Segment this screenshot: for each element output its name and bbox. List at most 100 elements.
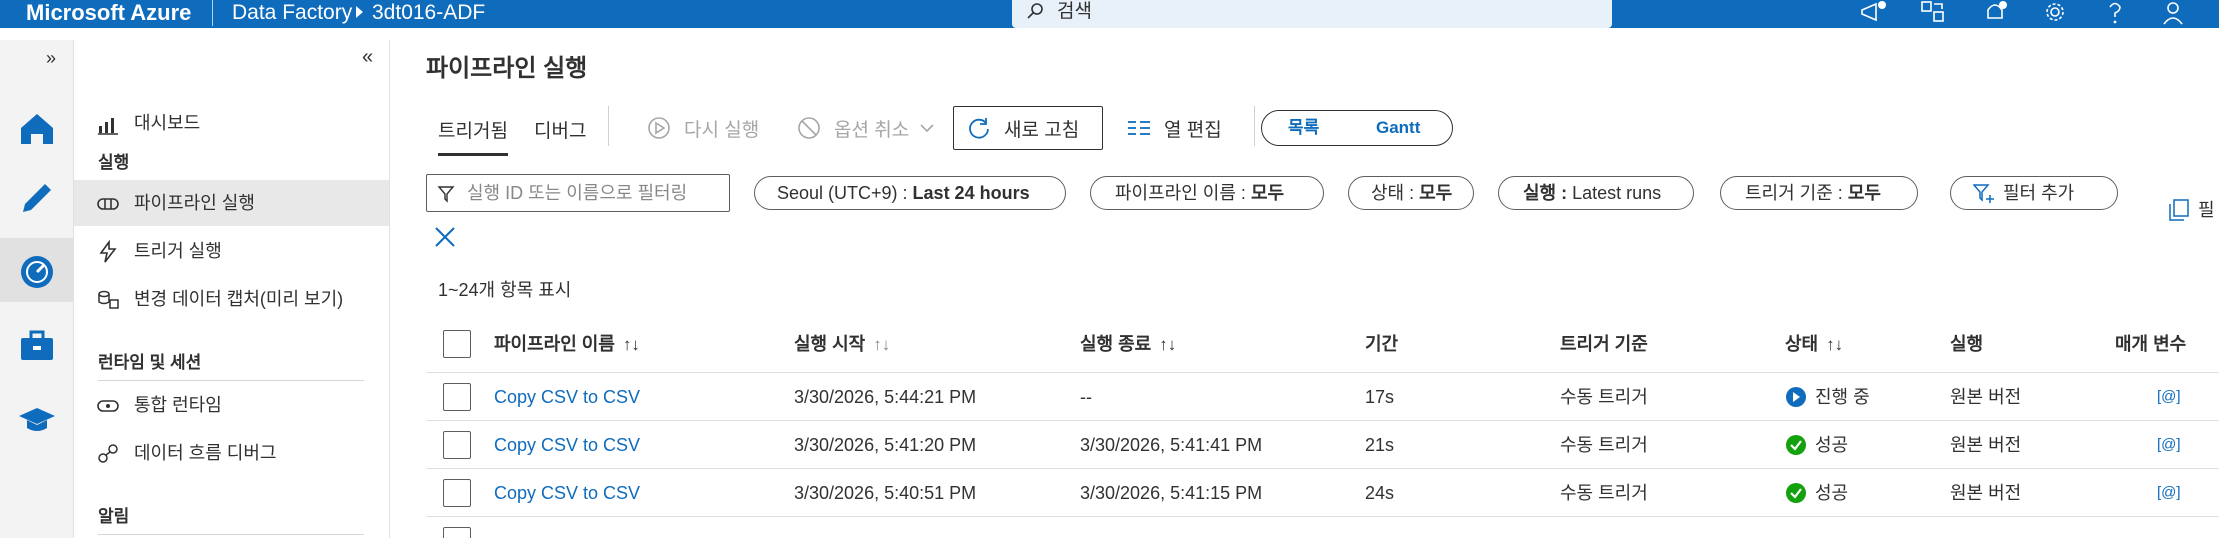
pipeline-name-link[interactable]: Copy CSV to CSV [494,385,640,409]
nav-item-trigger-runs[interactable]: 트리거 실행 [74,228,389,274]
megaphone-icon[interactable] [1858,0,1888,26]
rail-author[interactable] [0,164,74,228]
nav-item-dataflow-debug[interactable]: 데이터 흐름 디버그 [74,430,389,476]
nav-item-pipeline-runs[interactable]: 파이프라인 실행 [74,180,389,226]
row-checkbox[interactable] [443,527,471,538]
column-header-parameters[interactable]: 매개 변수 [2115,332,2186,356]
run-version: 원본 버전 [1950,435,2022,455]
breadcrumb-factory-name[interactable]: 3dt016-ADF [372,0,485,26]
brand-title[interactable]: Microsoft Azure [26,0,191,26]
nav-item-change-data-capture[interactable]: 변경 데이터 캡처(미리 보기) [74,276,389,322]
view-list-option[interactable]: 목록 [1288,111,1319,145]
rail-monitor[interactable] [0,238,74,302]
monitor-nav-panel: « 대시보드 실행 파이프라인 실행 트리거 실행 변경 데이터 캡처(미리 보… [74,40,390,538]
toolbar-divider [608,106,609,146]
columns-icon [1128,121,1150,135]
notifications-bell-icon[interactable] [1980,0,2010,26]
nav-section-runs: 실행 [98,153,130,172]
breadcrumb-data-factory[interactable]: Data Factory [232,0,352,26]
feedback-user-icon[interactable] [2160,0,2190,26]
tab-debug[interactable]: 디버그 [534,114,586,150]
run-filter-input[interactable]: 실행 ID 또는 이름으로 필터링 [426,174,730,212]
column-header-run[interactable]: 실행 [1950,332,1983,356]
filter-pill-status[interactable]: 상태 : 모두 [1348,176,1474,210]
view-gantt-option[interactable]: Gantt [1376,111,1420,145]
refresh-label: 새로 고침 [1004,119,1080,141]
select-all-checkbox[interactable] [443,330,471,358]
pipeline-name-link[interactable]: Copy CSV to CSV [494,481,640,505]
rerun-button[interactable]: 다시 실행 [646,106,759,150]
nav-divider [98,380,364,381]
search-icon [1027,3,1043,19]
nav-item-integration-runtime[interactable]: 통합 런타임 [74,382,389,428]
column-header-run-end[interactable]: 실행 종료 ↑↓ [1080,332,1176,357]
row-checkbox[interactable] [443,383,471,411]
rerun-icon [648,117,670,139]
run-start: 3/30/2026, 5:40:51 PM [794,483,977,503]
column-header-duration[interactable]: 기간 [1365,332,1398,356]
refresh-button[interactable]: 새로 고침 [953,106,1103,150]
triggered-by: 수동 트리거 [1560,435,1648,455]
expand-rail-icon[interactable]: » [46,48,56,69]
parameters-link[interactable]: [@] [2157,481,2181,505]
duration: 21s [1365,435,1395,455]
column-header-status[interactable]: 상태 ↑↓ [1785,332,1843,357]
collapse-nav-icon[interactable]: « [362,46,373,69]
column-header-pipeline-name[interactable]: 파이프라인 이름 ↑↓ [494,332,640,357]
nav-item-label: 데이터 흐름 디버그 [134,443,277,463]
toolbox-icon [21,330,53,360]
result-count: 1~24개 항목 표시 [438,280,572,300]
pipeline-name-link[interactable]: Copy CSV to CSV [494,433,640,457]
cancel-options-button[interactable]: 옵션 취소 [796,106,935,150]
edit-columns-button[interactable]: 열 편집 [1126,106,1222,150]
column-header-label: 실행 종료 [1080,334,1152,354]
filter-pill-timerange[interactable]: Seoul (UTC+9) : Last 24 hours [754,176,1066,210]
nav-section-alerts: 알림 [98,507,130,526]
row-checkbox[interactable] [443,479,471,507]
duration: 24s [1365,483,1395,503]
table-row[interactable]: Copy CSV to CSV 3/30/2026, 5:40:51 PM 3/… [426,468,2219,516]
clear-filters-icon[interactable] [434,226,456,248]
column-header-triggered-by[interactable]: 트리거 기준 [1560,332,1648,356]
toolbar-divider [1254,106,1255,146]
help-icon[interactable] [2100,0,2130,26]
pill-value: 모두 [1847,183,1881,203]
parameters-link[interactable]: [@] [2157,433,2181,457]
rail-home[interactable] [0,94,74,158]
rail-learning[interactable] [0,386,74,450]
parameters-link[interactable]: [@] [2157,385,2181,409]
filter-pill-pipeline-name[interactable]: 파이프라인 이름 : 모두 [1090,176,1324,210]
cut-off-label[interactable]: 필 [2198,196,2215,224]
table-row[interactable]: Copy CSV to CSV 3/30/2026, 5:41:20 PM 3/… [426,420,2219,468]
cdc-icon [98,290,119,309]
refresh-icon [969,118,989,139]
left-rail: » [0,40,74,538]
add-filter-button[interactable]: 필터 추가 [1950,176,2118,210]
success-check-icon [1786,435,1806,455]
directory-switch-icon[interactable] [1918,0,1948,26]
view-toggle[interactable]: 목록 Gantt [1261,110,1453,146]
nav-item-dashboard[interactable]: 대시보드 [74,100,389,146]
filter-placeholder: 실행 ID 또는 이름으로 필터링 [467,183,688,203]
rail-manage[interactable] [0,312,74,376]
cancel-circle-icon [798,117,820,139]
tab-triggered[interactable]: 트리거됨 [438,114,508,156]
copy-filters-icon[interactable] [2168,198,2190,222]
triggered-by: 수동 트리거 [1560,483,1648,503]
run-start: 3/30/2026, 5:41:20 PM [794,435,977,455]
table-row[interactable]: Copy CSV to CSV 3/30/2026, 5:44:21 PM --… [426,372,2219,420]
column-header-run-start[interactable]: 실행 시작 ↑↓ [794,332,890,357]
sort-icon: ↑↓ [873,335,891,354]
dataflow-debug-icon [98,444,118,463]
row-checkbox[interactable] [443,431,471,459]
settings-gear-icon[interactable] [2040,0,2070,26]
main-content: 파이프라인 실행 트리거됨 디버그 다시 실행 옵션 취소 새로 고침 열 편집… [390,40,2219,538]
run-version: 원본 버전 [1950,387,2022,407]
pill-label: Seoul (UTC+9) : [777,183,913,203]
column-header-label: 상태 [1785,334,1819,354]
table-row-partial[interactable] [426,516,2219,538]
filter-pill-trigger[interactable]: 트리거 기준 : 모두 [1720,176,1918,210]
global-search[interactable]: 검색 [1012,0,1612,28]
filter-pill-runs[interactable]: 실행 : Latest runs [1498,176,1694,210]
edit-columns-label: 열 편집 [1164,119,1222,141]
